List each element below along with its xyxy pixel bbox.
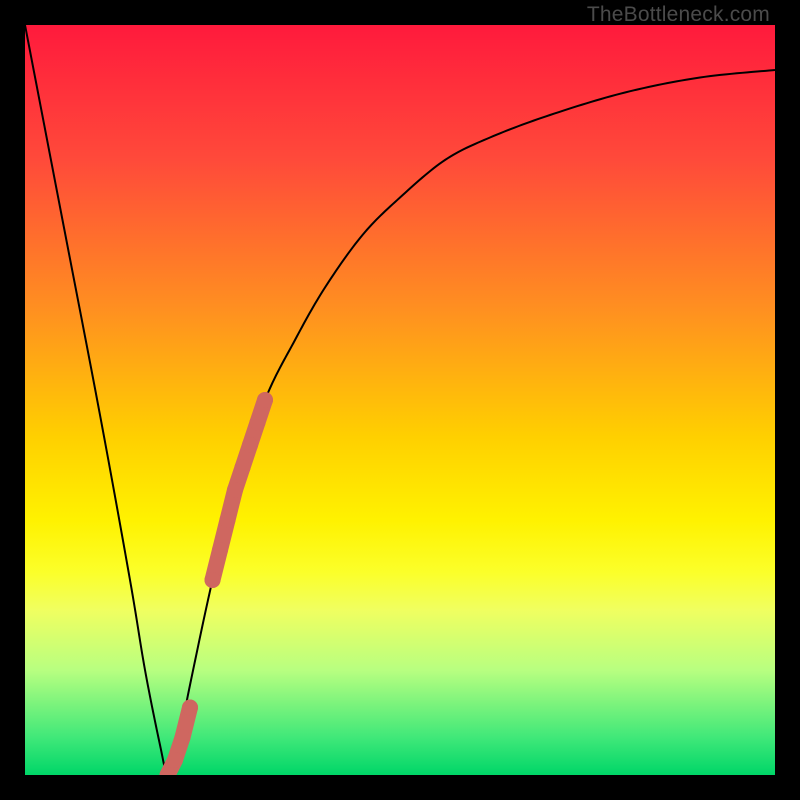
- chart-svg: [25, 25, 775, 775]
- gradient-background: [25, 25, 775, 775]
- highlight-lower-point: [182, 700, 198, 716]
- highlight-upper-point: [257, 392, 273, 408]
- highlight-upper-point: [220, 512, 236, 528]
- highlight-lower-point: [175, 730, 191, 746]
- chart-frame: TheBottleneck.com: [0, 0, 800, 800]
- highlight-upper-point: [205, 572, 221, 588]
- plot-area: [25, 25, 775, 775]
- highlight-upper-point: [250, 415, 266, 431]
- highlight-lower-point: [167, 752, 183, 768]
- highlight-upper-point: [212, 542, 228, 558]
- highlight-upper-point: [235, 460, 251, 476]
- highlight-upper-point: [227, 482, 243, 498]
- highlight-upper-point: [242, 437, 258, 453]
- watermark-text: TheBottleneck.com: [587, 3, 770, 27]
